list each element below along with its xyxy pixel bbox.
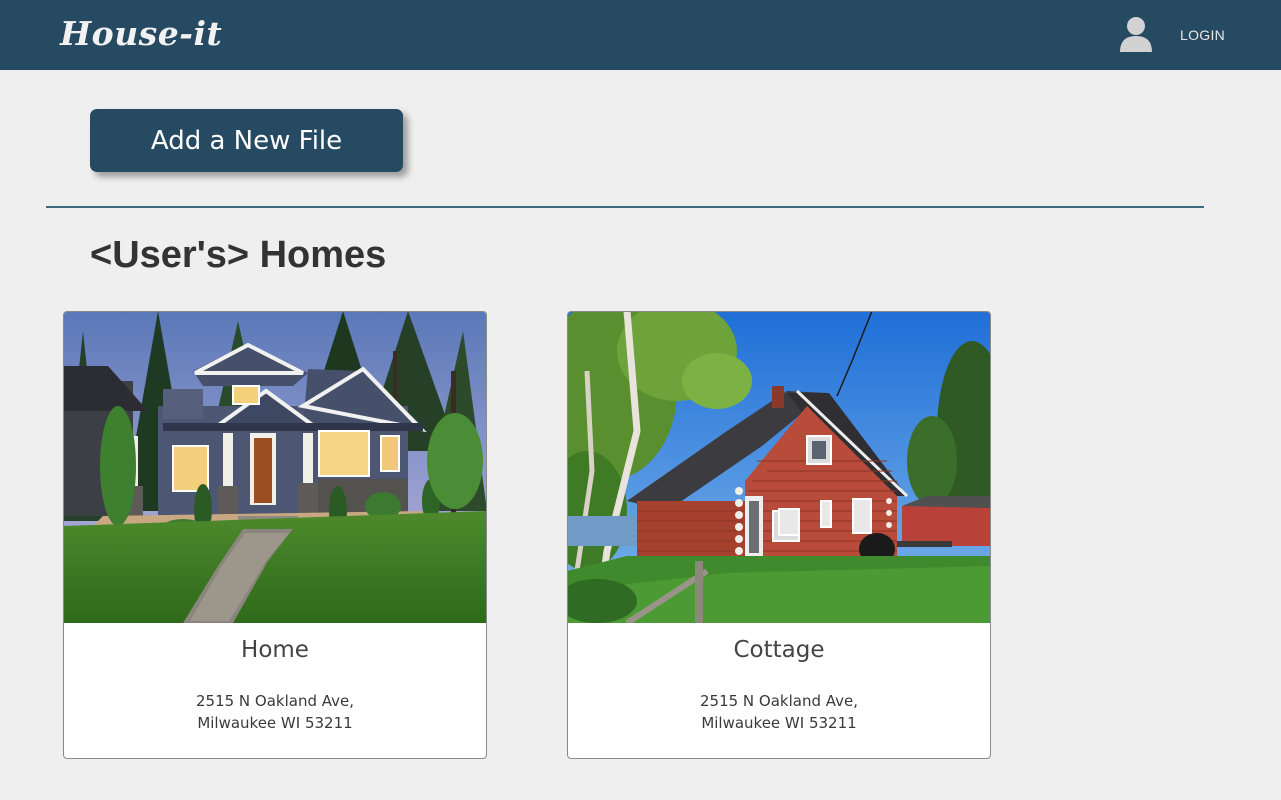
top-navbar: House-it LOGIN	[0, 0, 1281, 70]
home-card-address-line1: 2515 N Oakland Ave,	[195, 692, 355, 710]
cottage-card-title: Cottage	[733, 637, 825, 663]
home-card-address-line2: Milwaukee WI 53211	[197, 714, 353, 732]
home-card[interactable]: Home 2515 N Oakland Ave, Milwaukee WI 53…	[63, 311, 487, 759]
craftsman-house-photo	[64, 312, 486, 623]
add-new-file-button[interactable]: Add a New File	[90, 109, 403, 172]
homes-section-title: <User's> Homes	[90, 234, 387, 276]
cottage-card[interactable]: Cottage 2515 N Oakland Ave, Milwaukee WI…	[567, 311, 991, 759]
home-card-title: Home	[241, 637, 309, 663]
user-avatar-icon[interactable]	[1119, 16, 1153, 52]
section-divider	[46, 206, 1204, 208]
red-log-cottage-photo	[568, 312, 990, 623]
site-logo[interactable]: House-it	[60, 12, 222, 56]
login-link[interactable]: LOGIN	[1180, 26, 1225, 44]
cottage-card-address-line2: Milwaukee WI 53211	[701, 714, 857, 732]
cottage-card-address-line1: 2515 N Oakland Ave,	[699, 692, 859, 710]
